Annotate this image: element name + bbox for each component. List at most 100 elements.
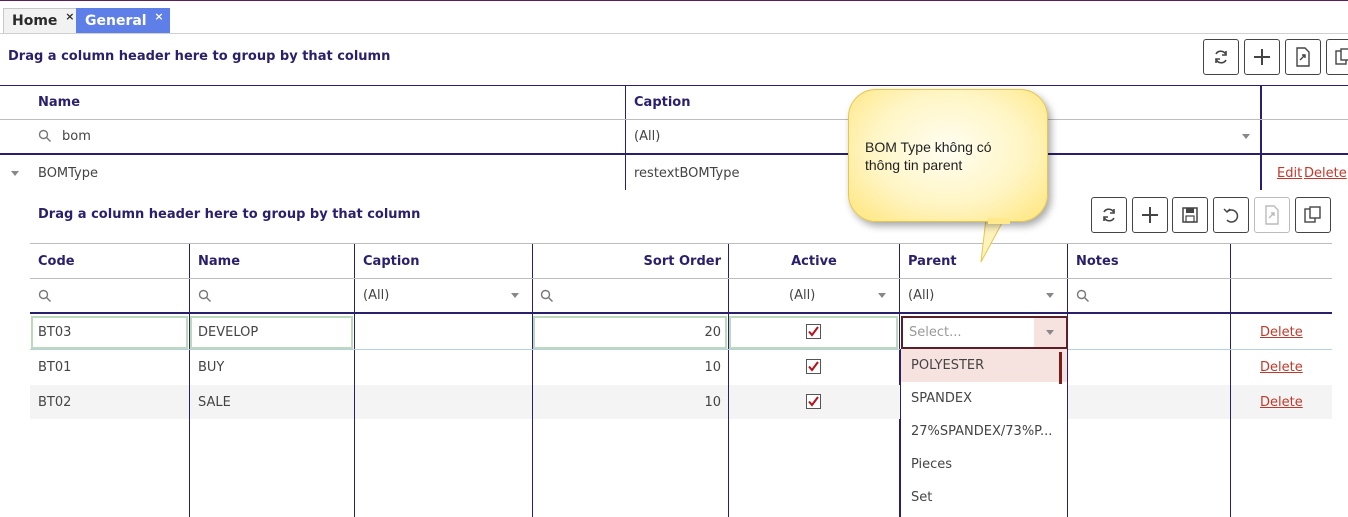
export-button[interactable] <box>1254 197 1290 233</box>
column-chooser-button[interactable] <box>1295 197 1331 233</box>
active-checkbox[interactable] <box>806 324 821 339</box>
dropdown-option[interactable]: 27%SPANDEX/73%P... <box>901 415 1067 448</box>
grid-top-border <box>0 85 1348 86</box>
active-checkbox[interactable] <box>806 359 821 374</box>
undo-button[interactable] <box>1213 197 1249 233</box>
row-sort-order[interactable]: 20 <box>540 325 721 340</box>
checkmark-icon <box>808 326 819 337</box>
search-icon[interactable] <box>38 289 52 303</box>
filter-divider <box>30 312 1332 314</box>
refresh-button[interactable] <box>1091 197 1127 233</box>
columns-icon <box>1304 206 1321 223</box>
delete-link[interactable]: Delete <box>1260 395 1303 410</box>
tab-divider <box>0 33 1348 34</box>
column-divider <box>728 385 729 419</box>
column-divider <box>1230 385 1231 419</box>
save-button[interactable] <box>1172 197 1208 233</box>
close-icon[interactable]: × <box>154 9 163 25</box>
columns-icon <box>1335 48 1348 65</box>
export-button[interactable] <box>1285 39 1321 75</box>
search-icon[interactable] <box>540 289 554 303</box>
tab-general[interactable]: General × <box>76 8 170 33</box>
header-divider <box>0 119 1348 120</box>
callout-pointer-joint <box>988 218 1010 224</box>
chevron-down-icon[interactable] <box>511 293 519 298</box>
add-button[interactable] <box>1244 39 1280 75</box>
delete-link[interactable]: Delete <box>1304 166 1347 181</box>
tab-strip <box>0 0 1348 34</box>
refresh-icon <box>1215 50 1227 64</box>
close-icon[interactable]: × <box>65 9 74 25</box>
callout-tooltip: BOM Type không có thông tin parent <box>848 89 1048 222</box>
column-divider <box>532 244 533 517</box>
row-sort-order: 10 <box>704 395 721 410</box>
caption-filter-select[interactable]: (All) <box>363 288 389 303</box>
column-header-name[interactable]: Name <box>198 254 240 269</box>
dropdown-option[interactable]: Pieces <box>901 448 1067 481</box>
dropdown-option[interactable]: Set <box>901 481 1067 514</box>
chevron-down-icon[interactable] <box>1046 293 1054 298</box>
column-divider <box>532 385 533 419</box>
row-caption: restextBOMType <box>634 166 740 181</box>
row-name: BUY <box>198 360 225 375</box>
active-filter-select[interactable]: (All) <box>789 288 815 303</box>
delete-link[interactable]: Delete <box>1260 325 1303 340</box>
dropdown-option[interactable]: POLYESTER <box>901 349 1067 382</box>
add-button[interactable] <box>1132 197 1168 233</box>
dropdown-option[interactable]: SPANDEX <box>901 382 1067 415</box>
chevron-down-icon[interactable] <box>1242 134 1250 139</box>
active-checkbox[interactable] <box>806 394 821 409</box>
export-icon <box>1296 47 1310 67</box>
row-code: BT01 <box>38 360 72 375</box>
plus-icon <box>1142 207 1158 223</box>
column-header-active[interactable]: Active <box>729 254 899 269</box>
search-icon <box>38 129 51 142</box>
dropdown-scrollbar[interactable] <box>1059 352 1062 384</box>
column-header-parent[interactable]: Parent <box>908 254 957 269</box>
row-name: BOMType <box>38 166 98 181</box>
header-divider <box>30 278 1332 279</box>
chevron-down-icon[interactable] <box>878 293 886 298</box>
row-code[interactable]: BT03 <box>38 325 71 340</box>
row-sort-order: 10 <box>704 360 721 375</box>
column-header-notes[interactable]: Notes <box>1076 254 1119 269</box>
refresh-icon <box>1103 208 1115 222</box>
detail-grid <box>30 192 1348 517</box>
parent-dropdown-list: POLYESTER SPANDEX 27%SPANDEX/73%P... Pie… <box>900 349 1068 517</box>
undo-icon <box>1223 208 1239 223</box>
parent-select-placeholder: Select... <box>909 325 962 340</box>
callout-text-line-1: BOM Type không có <box>865 139 992 155</box>
column-header-sort-order[interactable]: Sort Order <box>540 254 721 269</box>
plus-icon <box>1254 49 1270 65</box>
column-divider <box>1230 244 1231 517</box>
name-filter-input[interactable]: bom <box>62 129 91 144</box>
save-icon <box>1182 207 1198 223</box>
refresh-button[interactable] <box>1203 39 1239 75</box>
caption-filter-select[interactable]: (All) <box>634 129 660 144</box>
expand-row-icon[interactable] <box>11 171 19 176</box>
delete-link[interactable]: Delete <box>1260 360 1303 375</box>
column-divider <box>354 385 355 419</box>
row-name: SALE <box>198 395 231 410</box>
tab-home[interactable]: Home × <box>3 8 81 33</box>
group-panel-hint[interactable]: Drag a column header here to group by th… <box>38 207 420 222</box>
search-icon[interactable] <box>1076 289 1090 303</box>
column-header-code[interactable]: Code <box>38 254 75 269</box>
column-chooser-button[interactable] <box>1326 39 1348 75</box>
column-divider <box>1260 86 1262 190</box>
tab-home-label: Home <box>12 13 58 29</box>
callout-text-line-2: thông tin parent <box>865 157 963 173</box>
search-icon[interactable] <box>198 289 212 303</box>
tab-general-label: General <box>85 13 147 29</box>
checkmark-icon <box>808 396 819 407</box>
row-name[interactable]: DEVELOP <box>198 325 258 340</box>
column-header-caption[interactable]: Caption <box>363 254 419 269</box>
column-divider <box>728 244 729 517</box>
edit-link[interactable]: Edit <box>1277 166 1302 181</box>
column-header-caption[interactable]: Caption <box>634 95 690 110</box>
column-header-name[interactable]: Name <box>38 95 80 110</box>
parent-filter-select[interactable]: (All) <box>908 288 934 303</box>
detail-grid-top-border <box>30 243 1332 244</box>
column-divider <box>625 86 626 190</box>
group-panel-hint[interactable]: Drag a column header here to group by th… <box>8 49 390 64</box>
